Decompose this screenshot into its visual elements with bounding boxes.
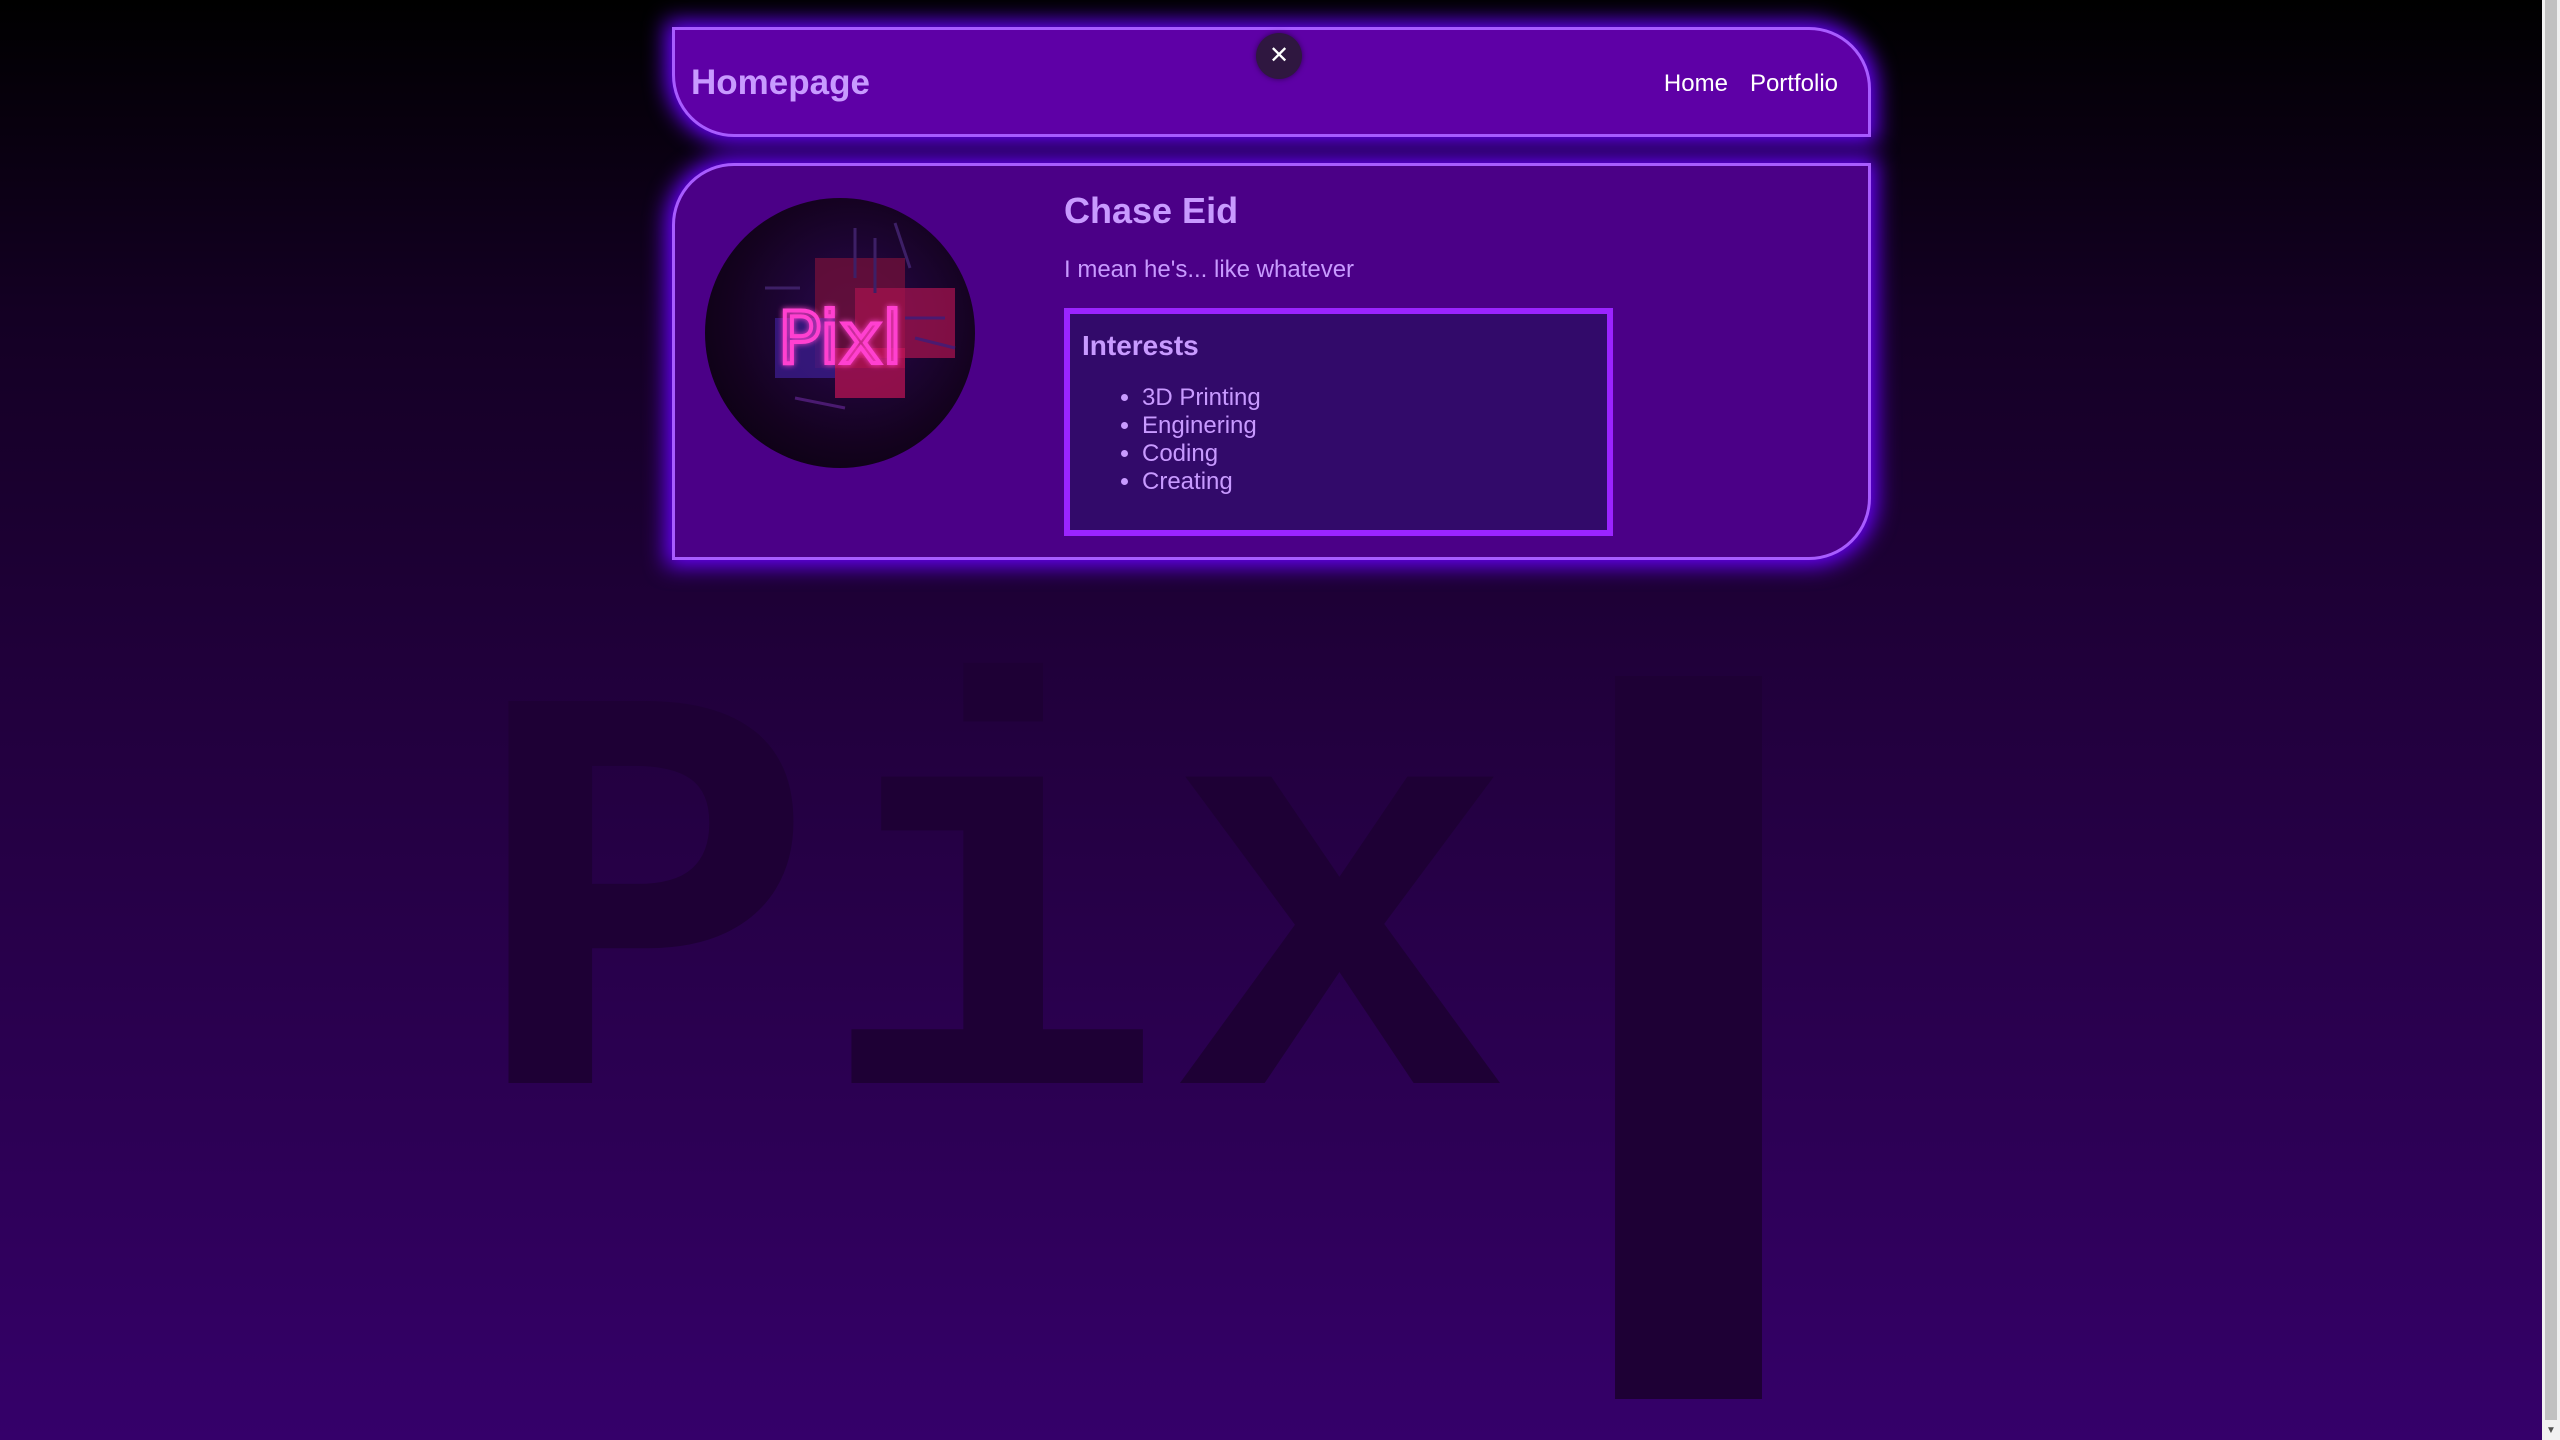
background-watermark: Pix [470,601,1515,1258]
list-item: Enginering [1142,412,1261,440]
nav-link-home[interactable]: Home [1664,70,1728,98]
vertical-scrollbar[interactable]: ▼ [2542,0,2560,1440]
avatar-logo-text: Pixl [778,296,902,380]
profile-tagline: I mean he's... like whatever [1064,256,1355,283]
page-title: Homepage [691,63,870,102]
interests-box: Interests 3D Printing Enginering Coding … [1064,308,1613,536]
list-item: Coding [1142,440,1261,468]
interests-heading: Interests [1082,330,1199,361]
avatar-image: Pixl [765,222,956,410]
nav-link-portfolio[interactable]: Portfolio [1750,70,1838,98]
interests-list: 3D Printing Enginering Coding Creating [1070,384,1261,496]
close-button[interactable]: ✕ [1256,33,1302,79]
background-cursor-bar [1615,676,1762,1399]
main-nav: Home Portfolio [1664,70,1838,98]
scroll-down-arrow-icon[interactable]: ▼ [2542,1422,2560,1440]
list-item: 3D Printing [1142,384,1261,412]
profile-card: Pixl Chase Eid I mean he's... like whate… [672,163,1871,560]
profile-name: Chase Eid [1064,190,1239,231]
avatar: Pixl [705,198,975,468]
page: Pix ✕ Homepage Home Portfolio Pixl Chase… [0,0,2542,1440]
list-item: Creating [1142,468,1261,496]
scrollbar-thumb[interactable] [2545,0,2557,1420]
